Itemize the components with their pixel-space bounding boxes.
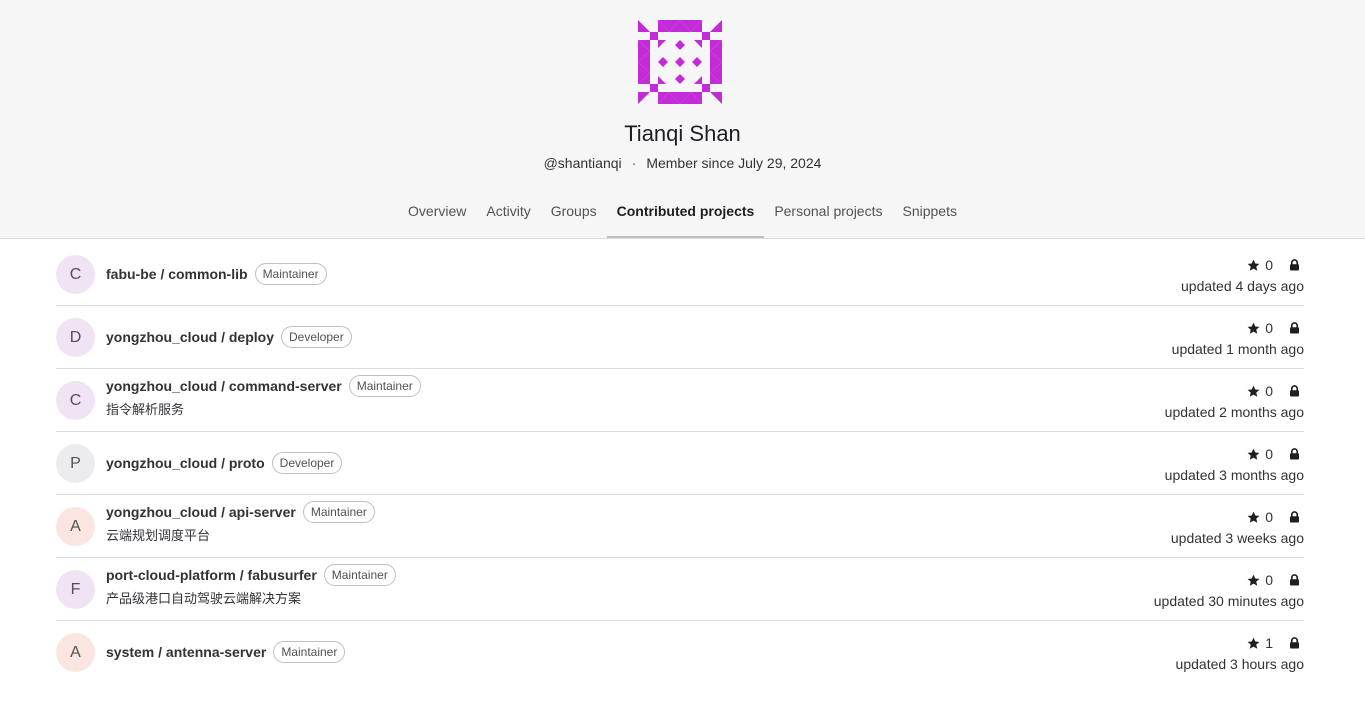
tab-groups[interactable]: Groups: [541, 192, 607, 238]
member-since: Member since July 29, 2024: [646, 155, 822, 171]
project-info: yongzhou_cloud / deploy Developer: [106, 326, 352, 348]
project-row: P yongzhou_cloud / proto Developer 0 upd…: [56, 432, 1304, 495]
project-stats: 0 updated 30 minutes ago: [1154, 571, 1304, 609]
star-count[interactable]: 0: [1265, 446, 1273, 462]
project-avatar[interactable]: D: [56, 318, 95, 357]
project-info: yongzhou_cloud / api-server Maintainer 云…: [106, 501, 375, 544]
star-count[interactable]: 0: [1265, 383, 1273, 399]
project-name-link[interactable]: port-cloud-platform / fabusurfer: [106, 567, 317, 583]
star-count[interactable]: 0: [1265, 320, 1273, 336]
project-name-link[interactable]: yongzhou_cloud / api-server: [106, 504, 296, 520]
star-count[interactable]: 0: [1265, 572, 1273, 588]
project-avatar[interactable]: P: [56, 444, 95, 483]
star-icon[interactable]: [1247, 385, 1260, 398]
project-name-link[interactable]: system / antenna-server: [106, 644, 266, 660]
updated-time: updated 3 hours ago: [1175, 656, 1304, 672]
project-info: yongzhou_cloud / proto Developer: [106, 452, 343, 474]
updated-time: updated 4 days ago: [1181, 278, 1304, 294]
project-avatar[interactable]: C: [56, 381, 95, 420]
project-info: fabu-be / common-lib Maintainer: [106, 263, 327, 285]
project-stats: 1 updated 3 hours ago: [1176, 634, 1304, 672]
tab-personal-projects[interactable]: Personal projects: [764, 192, 892, 238]
project-stats: 0 updated 4 days ago: [1181, 256, 1304, 294]
project-avatar[interactable]: A: [56, 507, 95, 546]
project-avatar[interactable]: F: [56, 570, 95, 609]
user-name: Tianqi Shan: [624, 121, 741, 146]
project-name-link[interactable]: yongzhou_cloud / proto: [106, 455, 265, 471]
updated-time: updated 3 months ago: [1164, 467, 1304, 483]
star-count[interactable]: 1: [1265, 635, 1273, 651]
project-name-link[interactable]: yongzhou_cloud / command-server: [106, 378, 342, 394]
project-name-link[interactable]: yongzhou_cloud / deploy: [106, 329, 274, 345]
star-icon[interactable]: [1247, 448, 1260, 461]
lock-icon: [1290, 322, 1299, 334]
updated-time: updated 1 month ago: [1171, 341, 1304, 357]
project-stats: 0 updated 2 months ago: [1165, 382, 1304, 420]
star-icon[interactable]: [1247, 259, 1260, 272]
role-badge: Maintainer: [273, 641, 346, 663]
lock-icon: [1290, 511, 1299, 523]
project-description: 指令解析服务: [106, 402, 185, 417]
star-icon[interactable]: [1247, 574, 1260, 587]
updated-time: updated 30 minutes ago: [1153, 593, 1304, 609]
lock-icon: [1290, 385, 1299, 397]
project-avatar[interactable]: A: [56, 633, 95, 672]
tab-snippets[interactable]: Snippets: [892, 192, 966, 238]
star-count[interactable]: 0: [1265, 509, 1273, 525]
role-badge: Maintainer: [348, 375, 421, 397]
profile-tabs: Overview Activity Groups Contributed pro…: [0, 192, 1365, 239]
project-stats: 0 updated 3 months ago: [1165, 445, 1304, 483]
project-row: C yongzhou_cloud / command-server Mainta…: [56, 369, 1304, 432]
project-row: D yongzhou_cloud / deploy Developer 0 up…: [56, 306, 1304, 369]
role-badge: Developer: [271, 452, 343, 474]
project-list: C fabu-be / common-lib Maintainer 0 upda…: [56, 243, 1304, 684]
role-badge: Maintainer: [323, 564, 396, 586]
star-icon[interactable]: [1247, 511, 1260, 524]
tab-activity[interactable]: Activity: [476, 192, 540, 238]
project-row: A yongzhou_cloud / api-server Maintainer…: [56, 495, 1304, 558]
lock-icon: [1290, 448, 1299, 460]
project-info: port-cloud-platform / fabusurfer Maintai…: [106, 564, 396, 607]
project-info: system / antenna-server Maintainer: [106, 641, 346, 663]
updated-time: updated 2 months ago: [1164, 404, 1304, 420]
project-name-link[interactable]: fabu-be / common-lib: [106, 266, 248, 282]
lock-icon: [1290, 259, 1299, 271]
lock-icon: [1290, 574, 1299, 586]
project-avatar[interactable]: C: [56, 255, 95, 294]
star-icon[interactable]: [1247, 637, 1260, 650]
tab-contributed-projects[interactable]: Contributed projects: [606, 192, 765, 238]
role-badge: Maintainer: [254, 263, 327, 285]
user-meta: @shantianqi · Member since July 29, 2024: [0, 154, 1365, 172]
project-description: 云端规划调度平台: [106, 528, 211, 543]
role-badge: Maintainer: [302, 501, 375, 523]
project-info: yongzhou_cloud / command-server Maintain…: [106, 375, 421, 418]
profile-header: Tianqi Shan @shantianqi · Member since Jul…: [0, 0, 1365, 239]
tab-overview[interactable]: Overview: [398, 192, 476, 238]
user-handle: @shantianqi: [543, 155, 622, 171]
project-row: F port-cloud-platform / fabusurfer Maint…: [56, 558, 1304, 621]
star-count[interactable]: 0: [1265, 257, 1273, 273]
project-stats: 0 updated 3 weeks ago: [1171, 508, 1304, 546]
updated-time: updated 3 weeks ago: [1170, 530, 1304, 546]
user-avatar[interactable]: [636, 18, 724, 106]
project-description: 产品级港口自动驾驶云端解决方案: [106, 591, 302, 606]
role-badge: Developer: [281, 326, 352, 348]
project-row: A system / antenna-server Maintainer 1 u…: [56, 621, 1304, 684]
project-row: C fabu-be / common-lib Maintainer 0 upda…: [56, 243, 1304, 306]
project-stats: 0 updated 1 month ago: [1172, 319, 1304, 357]
meta-separator: ·: [631, 155, 637, 171]
star-icon[interactable]: [1247, 322, 1260, 335]
lock-icon: [1290, 637, 1299, 649]
